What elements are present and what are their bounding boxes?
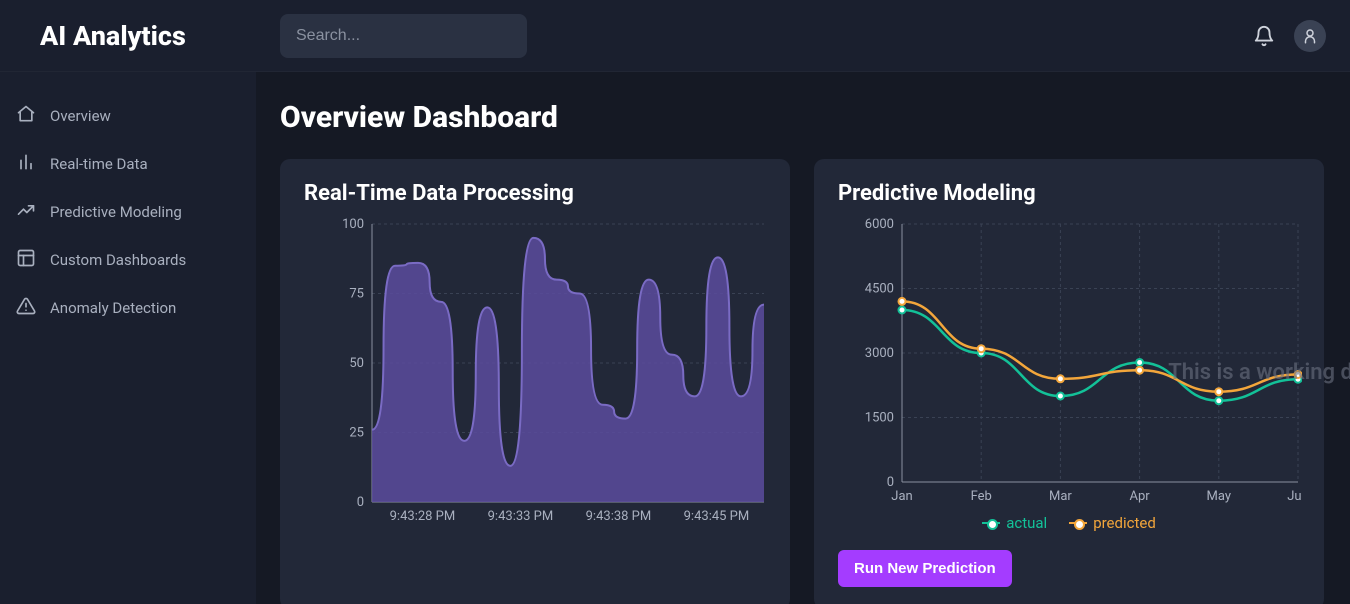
predictive-chart: 0 1500 3000 4500 6000 Jan Feb Mar Apr May Jun	[838, 210, 1302, 510]
sidebar-item-label: Predictive Modeling	[50, 203, 182, 221]
sidebar-item-realtime[interactable]: Real-time Data	[12, 140, 244, 188]
svg-text:1500: 1500	[865, 411, 894, 426]
svg-text:25: 25	[349, 426, 364, 441]
predictive-card: Predictive Modeling 0 1500 3000 4500 6000 Jan…	[814, 159, 1324, 604]
main-content: Overview Dashboard Real-Time Data Proces…	[256, 72, 1350, 604]
home-icon	[16, 104, 36, 128]
predictive-legend: actual predicted	[838, 514, 1300, 532]
svg-text:Jun: Jun	[1287, 489, 1302, 504]
realtime-card: Real-Time Data Processing 0 25 50 75 100 9:43…	[280, 159, 790, 604]
app-logo: AI Analytics	[40, 20, 280, 52]
predictive-card-title: Predictive Modeling	[838, 181, 1300, 206]
sidebar-item-dashboards[interactable]: Custom Dashboards	[12, 236, 244, 284]
svg-text:9:43:45 PM: 9:43:45 PM	[684, 509, 750, 524]
sidebar-item-overview[interactable]: Overview	[12, 92, 244, 140]
page-title: Overview Dashboard	[280, 100, 1326, 135]
svg-text:75: 75	[349, 287, 364, 302]
bell-icon[interactable]	[1248, 20, 1280, 52]
svg-text:0: 0	[887, 475, 894, 490]
realtime-card-title: Real-Time Data Processing	[304, 181, 766, 206]
layout-icon	[16, 248, 36, 272]
svg-text:9:43:28 PM: 9:43:28 PM	[390, 509, 456, 524]
legend-item-predicted[interactable]: predicted	[1069, 514, 1156, 532]
sidebar-item-label: Custom Dashboards	[50, 251, 186, 269]
sidebar-item-label: Anomaly Detection	[50, 299, 176, 317]
sidebar-item-predictive[interactable]: Predictive Modeling	[12, 188, 244, 236]
svg-text:Feb: Feb	[971, 489, 992, 504]
legend-swatch-predicted	[1069, 522, 1087, 524]
svg-text:4500: 4500	[865, 282, 894, 297]
sidebar-item-anomaly[interactable]: Anomaly Detection	[12, 284, 244, 332]
search-input[interactable]	[280, 14, 527, 58]
run-prediction-button[interactable]: Run New Prediction	[838, 550, 1012, 587]
realtime-chart: 0 25 50 75 100 9:43:28 PM 9:43:33 PM 9:43:38 PM…	[304, 210, 768, 530]
svg-text:9:43:33 PM: 9:43:33 PM	[488, 509, 554, 524]
sidebar: Overview Real-time Data Predictive Model…	[0, 72, 256, 604]
svg-text:Mar: Mar	[1049, 489, 1072, 504]
svg-text:50: 50	[349, 356, 364, 371]
svg-text:3000: 3000	[865, 346, 894, 361]
legend-swatch-actual	[982, 522, 1000, 524]
legend-label: predicted	[1093, 514, 1156, 532]
svg-text:0: 0	[357, 495, 364, 510]
trend-up-icon	[16, 200, 36, 224]
sidebar-item-label: Overview	[50, 107, 111, 125]
svg-text:Jan: Jan	[891, 489, 912, 504]
svg-text:May: May	[1207, 489, 1231, 504]
alert-triangle-icon	[16, 296, 36, 320]
svg-text:100: 100	[342, 217, 364, 232]
legend-label: actual	[1006, 514, 1047, 532]
avatar[interactable]	[1294, 20, 1326, 52]
header: AI Analytics	[0, 0, 1350, 72]
svg-text:Apr: Apr	[1130, 489, 1151, 504]
sidebar-item-label: Real-time Data	[50, 155, 148, 173]
svg-text:6000: 6000	[865, 217, 894, 232]
legend-item-actual[interactable]: actual	[982, 514, 1047, 532]
svg-text:9:43:38 PM: 9:43:38 PM	[586, 509, 652, 524]
chart-bar-icon	[16, 152, 36, 176]
